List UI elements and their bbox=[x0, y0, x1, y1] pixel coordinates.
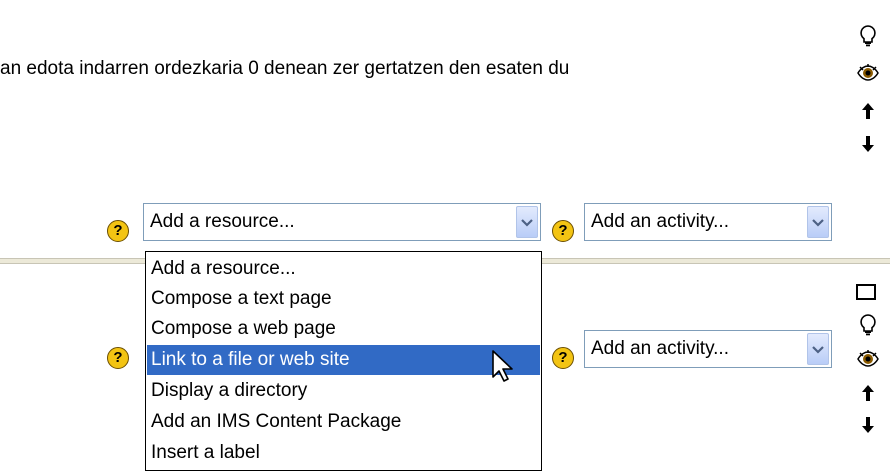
arrow-down-icon[interactable] bbox=[857, 132, 879, 156]
dropdown-option-insert-label[interactable]: Insert a label bbox=[147, 438, 540, 468]
add-activity-select[interactable]: Add an activity... bbox=[584, 203, 832, 241]
summary-text: an edota indarren ordezkaria 0 denean ze… bbox=[0, 58, 570, 79]
dropdown-option-compose-text-page[interactable]: Compose a text page bbox=[147, 284, 540, 314]
help-icon[interactable]: ? bbox=[107, 347, 129, 369]
square-icon[interactable] bbox=[855, 280, 877, 304]
lightbulb-icon[interactable] bbox=[857, 313, 879, 337]
eye-icon[interactable] bbox=[857, 61, 879, 85]
help-icon[interactable]: ? bbox=[107, 220, 129, 242]
dropdown-option-add-resource[interactable]: Add a resource... bbox=[147, 254, 540, 284]
mouse-cursor-icon bbox=[491, 349, 515, 388]
help-icon[interactable]: ? bbox=[552, 220, 574, 242]
chevron-down-icon[interactable] bbox=[807, 206, 829, 238]
dropdown-option-link-file-web-site[interactable]: Link to a file or web site bbox=[147, 345, 540, 375]
add-activity-select-value: Add an activity... bbox=[591, 211, 729, 232]
arrow-up-icon[interactable] bbox=[857, 381, 879, 405]
dropdown-option-display-directory[interactable]: Display a directory bbox=[147, 376, 540, 406]
dropdown-option-compose-web-page[interactable]: Compose a web page bbox=[147, 314, 540, 344]
help-icon[interactable]: ? bbox=[552, 347, 574, 369]
chevron-down-icon[interactable] bbox=[807, 333, 829, 365]
add-resource-select[interactable]: Add a resource... bbox=[143, 203, 541, 241]
arrow-down-icon[interactable] bbox=[857, 413, 879, 437]
add-resource-select-value: Add a resource... bbox=[150, 211, 295, 232]
add-activity-select-value: Add an activity... bbox=[591, 338, 729, 359]
resource-dropdown-list[interactable]: Add a resource... Compose a text page Co… bbox=[145, 251, 542, 471]
eye-icon[interactable] bbox=[857, 347, 879, 371]
add-activity-select[interactable]: Add an activity... bbox=[584, 330, 832, 368]
dropdown-option-ims-content-package[interactable]: Add an IMS Content Package bbox=[147, 407, 540, 437]
chevron-down-icon[interactable] bbox=[516, 206, 538, 238]
lightbulb-icon[interactable] bbox=[857, 24, 879, 48]
arrow-up-icon[interactable] bbox=[857, 99, 879, 123]
